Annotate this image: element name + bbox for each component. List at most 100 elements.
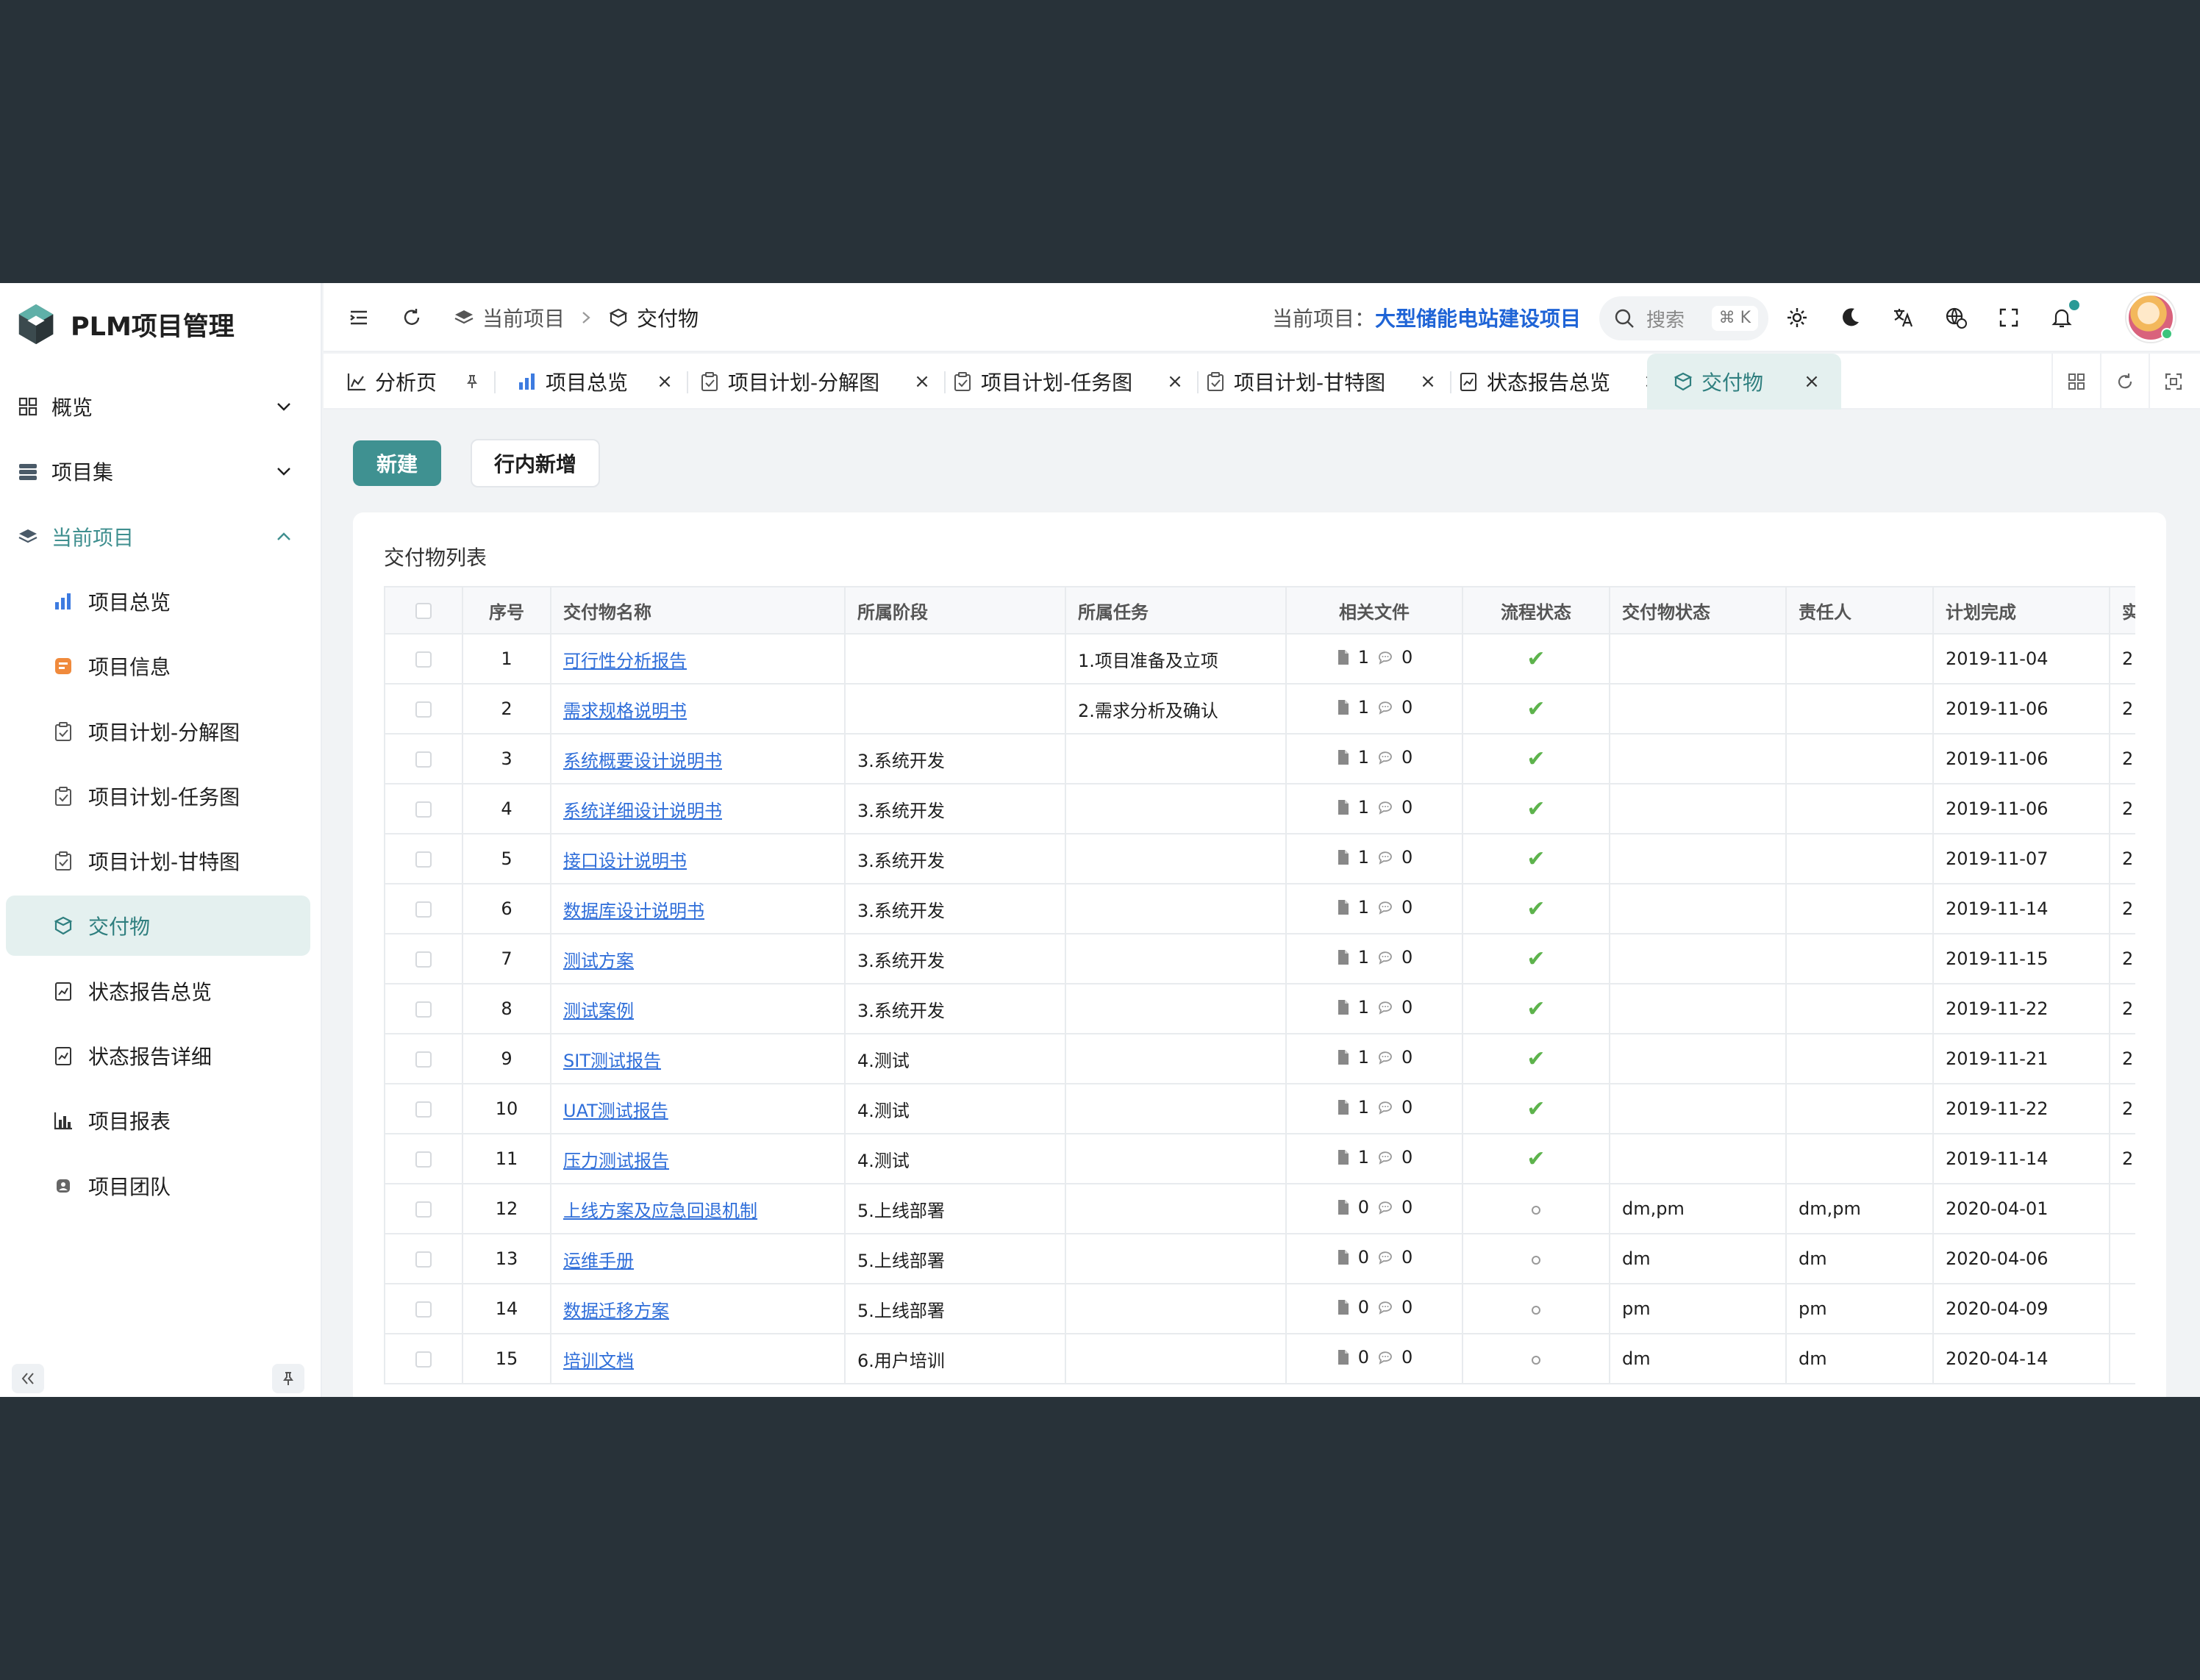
deliverable-link[interactable]: 数据库设计说明书	[563, 901, 704, 921]
language-button[interactable]	[1887, 301, 1919, 334]
file-icon[interactable]	[1336, 848, 1351, 866]
pin-sidebar-button[interactable]	[272, 1364, 304, 1393]
comment-icon[interactable]	[1376, 948, 1394, 966]
row-checkbox[interactable]	[384, 733, 463, 784]
select-all-checkbox[interactable]	[384, 586, 463, 635]
file-icon[interactable]	[1336, 1298, 1351, 1316]
file-icon[interactable]	[1336, 1248, 1351, 1266]
table-row[interactable]: 5 接口设计说明书 3.系统开发 1 0 ✔ 2019-11-07 2	[384, 833, 2135, 884]
comment-icon[interactable]	[1376, 748, 1394, 766]
settings-button[interactable]	[1781, 301, 1813, 334]
tab-2[interactable]: 项目计划-分解图 ×	[699, 354, 935, 410]
sidebar-item-4[interactable]: 项目信息	[6, 636, 310, 696]
row-checkbox[interactable]	[384, 1033, 463, 1084]
comment-icon[interactable]	[1376, 1148, 1394, 1166]
sidebar-item-2[interactable]: 当前项目	[6, 507, 310, 567]
row-checkbox[interactable]	[384, 983, 463, 1034]
close-icon[interactable]: ×	[1166, 371, 1184, 393]
dark-mode-toggle[interactable]	[1834, 301, 1866, 334]
comment-icon[interactable]	[1376, 998, 1394, 1016]
comment-icon[interactable]	[1376, 1248, 1394, 1266]
sidebar-item-0[interactable]: 概览	[6, 376, 310, 437]
row-checkbox[interactable]	[384, 1183, 463, 1234]
tab-0[interactable]: 分析页	[346, 354, 485, 410]
table-row[interactable]: 14 数据迁移方案 5.上线部署 0 0 pm pm 2020-04-09	[384, 1283, 2135, 1334]
table-row[interactable]: 12 上线方案及应急回退机制 5.上线部署 0 0 dm,pm dm,pm 2020-04-0…	[384, 1183, 2135, 1234]
row-checkbox[interactable]	[384, 633, 463, 684]
tab-4[interactable]: 项目计划-甘特图 ×	[1204, 354, 1441, 410]
deliverable-link[interactable]: 运维手册	[563, 1251, 634, 1271]
file-icon[interactable]	[1336, 798, 1351, 816]
notifications-button[interactable]	[2046, 300, 2079, 334]
table-row[interactable]: 13 运维手册 5.上线部署 0 0 dm dm 2020-04-06	[384, 1233, 2135, 1284]
comment-icon[interactable]	[1376, 648, 1394, 666]
close-icon[interactable]: ×	[656, 371, 674, 393]
file-icon[interactable]	[1336, 1048, 1351, 1066]
sidebar-item-1[interactable]: 项目集	[6, 441, 310, 501]
file-icon[interactable]	[1336, 1348, 1351, 1366]
row-checkbox[interactable]	[384, 1283, 463, 1334]
row-checkbox[interactable]	[384, 933, 463, 984]
deliverable-link[interactable]: 数据迁移方案	[563, 1301, 669, 1321]
row-checkbox[interactable]	[384, 1333, 463, 1384]
table-row[interactable]: 3 系统概要设计说明书 3.系统开发 1 0 ✔ 2019-11-06 2	[384, 733, 2135, 784]
row-checkbox[interactable]	[384, 1133, 463, 1184]
table-row[interactable]: 15 培训文档 6.用户培训 0 0 dm dm 2020-04-14	[384, 1333, 2135, 1384]
search-input[interactable]: 搜索 ⌘ K	[1599, 296, 1768, 340]
tab-6[interactable]: 交付物 ×	[1647, 354, 1841, 410]
comment-icon[interactable]	[1376, 1348, 1394, 1366]
menu-toggle-button[interactable]	[344, 303, 374, 332]
table-row[interactable]: 7 测试方案 3.系统开发 1 0 ✔ 2019-11-15 2	[384, 933, 2135, 984]
deliverable-link[interactable]: 接口设计说明书	[563, 851, 687, 871]
row-checkbox[interactable]	[384, 883, 463, 934]
file-icon[interactable]	[1336, 998, 1351, 1016]
row-checkbox[interactable]	[384, 1083, 463, 1134]
tab-3[interactable]: 项目计划-任务图 ×	[951, 354, 1188, 410]
file-icon[interactable]	[1336, 648, 1351, 666]
sidebar-item-5[interactable]: 项目计划-分解图	[6, 701, 310, 762]
deliverable-link[interactable]: 测试案例	[563, 1001, 634, 1021]
sidebar-item-11[interactable]: 项目报表	[6, 1090, 310, 1151]
breadcrumb-item-current-project[interactable]: 当前项目	[453, 299, 565, 336]
deliverable-link[interactable]: 上线方案及应急回退机制	[563, 1201, 757, 1221]
fullscreen-button[interactable]	[1993, 301, 2025, 334]
row-checkbox[interactable]	[384, 683, 463, 734]
row-checkbox[interactable]	[384, 783, 463, 834]
deliverable-link[interactable]: 系统详细设计说明书	[563, 801, 722, 821]
inline-add-button[interactable]: 行内新增	[471, 439, 600, 487]
refresh-button[interactable]	[397, 303, 426, 332]
close-icon[interactable]: ×	[913, 371, 931, 393]
comment-icon[interactable]	[1376, 798, 1394, 816]
sidebar-item-9[interactable]: 状态报告总览	[6, 961, 310, 1021]
deliverable-link[interactable]: SIT测试报告	[563, 1051, 661, 1071]
file-icon[interactable]	[1336, 898, 1351, 916]
avatar[interactable]	[2126, 293, 2175, 342]
deliverable-link[interactable]: 压力测试报告	[563, 1151, 669, 1171]
deliverable-link[interactable]: 需求规格说明书	[563, 701, 687, 721]
file-icon[interactable]	[1336, 1148, 1351, 1166]
sidebar-item-12[interactable]: 项目团队	[6, 1156, 310, 1216]
sidebar-item-3[interactable]: 项目总览	[6, 571, 310, 632]
comment-icon[interactable]	[1376, 1098, 1394, 1116]
comment-icon[interactable]	[1376, 898, 1394, 916]
file-icon[interactable]	[1336, 698, 1351, 716]
pin-icon[interactable]	[463, 373, 481, 390]
deliverable-link[interactable]: 测试方案	[563, 951, 634, 971]
deliverable-link[interactable]: 培训文档	[563, 1351, 634, 1371]
comment-icon[interactable]	[1376, 698, 1394, 716]
close-icon[interactable]: ×	[1419, 371, 1437, 393]
table-scroll-area[interactable]: 序号 交付物名称 所属阶段 所属任务 相关文件 流程状态 交付物状态 责任人 计…	[384, 586, 2135, 1397]
comment-icon[interactable]	[1376, 1198, 1394, 1216]
row-checkbox[interactable]	[384, 1233, 463, 1284]
sidebar-item-7[interactable]: 项目计划-甘特图	[6, 831, 310, 891]
collapse-sidebar-button[interactable]	[12, 1364, 44, 1393]
table-row[interactable]: 6 数据库设计说明书 3.系统开发 1 0 ✔ 2019-11-14 2	[384, 883, 2135, 934]
file-icon[interactable]	[1336, 948, 1351, 966]
tab-layout-button[interactable]	[2051, 354, 2100, 410]
table-row[interactable]: 10 UAT测试报告 4.测试 1 0 ✔ 2019-11-22 2	[384, 1083, 2135, 1134]
close-icon[interactable]: ×	[1803, 371, 1821, 393]
current-project-name[interactable]: 大型储能电站建设项目	[1375, 303, 1581, 332]
comment-icon[interactable]	[1376, 1298, 1394, 1316]
file-icon[interactable]	[1336, 748, 1351, 766]
new-button[interactable]: 新建	[353, 440, 441, 486]
